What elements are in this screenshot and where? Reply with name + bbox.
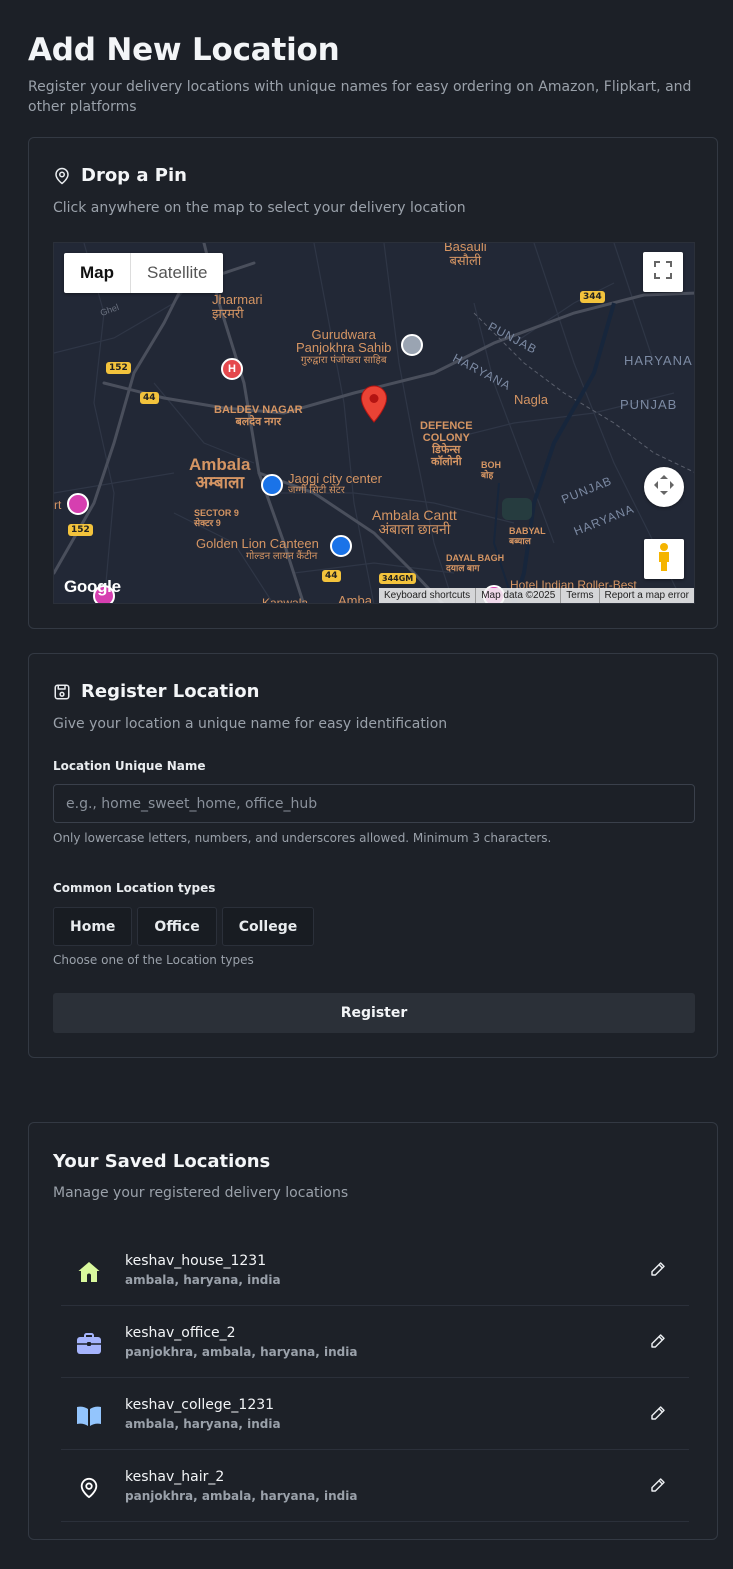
location-types-hint: Choose one of the Location types	[53, 953, 254, 967]
map-canvas[interactable]: 152 44 152 44 344 344GM Basauli बसौली Jha…	[53, 242, 695, 604]
map-label-dayal-bagh: DAYAL BAGH दयाल बाग	[446, 553, 505, 573]
map-label-jaggi: Jaggi city center जग्गी सिटी सेंटर	[288, 471, 382, 496]
type-office-button[interactable]: Office	[137, 907, 217, 946]
edit-pencil-icon[interactable]	[649, 1260, 667, 1278]
terms-link[interactable]: Terms	[560, 588, 598, 603]
gurudwara-marker-icon[interactable]	[401, 334, 423, 356]
saved-location-item[interactable]: keshav_college_1231 ambala, haryana, ind…	[61, 1378, 689, 1450]
saved-location-name: keshav_house_1231	[125, 1253, 267, 1269]
map-label-nagla: Nagla	[514, 392, 548, 407]
location-types-group: Home Office College	[53, 907, 315, 946]
saved-location-address: ambala, haryana, india	[125, 1417, 281, 1431]
map-label-amba: Amba	[338, 593, 372, 604]
briefcase-icon	[75, 1330, 103, 1358]
fullscreen-button[interactable]	[643, 252, 683, 292]
map-label-basauli: Basauli बसौली	[444, 242, 487, 268]
saved-location-item[interactable]: keshav_house_1231 ambala, haryana, india	[61, 1234, 689, 1306]
saved-location-address: panjokhra, ambala, haryana, india	[125, 1345, 358, 1359]
google-logo: Google	[64, 577, 121, 596]
saved-locations-card: Your Saved Locations Manage your registe…	[28, 1122, 718, 1540]
page-title: Add New Location	[28, 32, 340, 68]
saved-location-address: panjokhra, ambala, haryana, india	[125, 1489, 358, 1503]
drop-pin-title: Drop a Pin	[81, 165, 187, 186]
route-shield-344: 344	[580, 291, 605, 303]
map-label-boh: BOH बोह	[481, 460, 501, 480]
dropped-pin-icon[interactable]	[360, 385, 388, 427]
saved-locations-list: keshav_house_1231 ambala, haryana, india…	[61, 1234, 689, 1522]
drop-pin-description: Click anywhere on the map to select your…	[53, 200, 466, 216]
home-icon	[75, 1258, 103, 1286]
map-label-haryana-2: HARYANA	[624, 353, 693, 368]
fullscreen-icon	[654, 261, 672, 283]
saved-location-address: ambala, haryana, india	[125, 1273, 281, 1287]
register-title: Register Location	[81, 681, 260, 702]
register-location-card: Register Location Give your location a u…	[28, 653, 718, 1058]
route-shield-152b: 152	[68, 524, 93, 536]
map-type-map-button[interactable]: Map	[64, 253, 131, 293]
register-description: Give your location a unique name for eas…	[53, 716, 448, 732]
camera-control-button[interactable]	[644, 467, 684, 507]
map-label-babyal: BABYAL बब्याल	[509, 526, 546, 546]
book-icon	[75, 1402, 103, 1430]
map-label-jharmari: Jharmari झरमरी	[212, 292, 263, 321]
map-pin-icon	[75, 1474, 103, 1502]
map-label-punjab-2: PUNJAB	[620, 397, 678, 412]
edit-pencil-icon[interactable]	[649, 1332, 667, 1350]
location-name-hint: Only lowercase letters, numbers, and und…	[53, 831, 552, 845]
register-heading: Register Location	[53, 681, 259, 702]
page-subtitle: Register your delivery locations with un…	[28, 79, 692, 115]
saved-description: Manage your registered delivery location…	[53, 1185, 349, 1201]
attraction-marker-icon[interactable]	[67, 493, 89, 515]
pegman-icon	[656, 542, 672, 576]
map-label-kanwala: Kanwala	[262, 596, 309, 604]
saved-title: Your Saved Locations	[53, 1151, 271, 1172]
map-attribution: Keyboard shortcuts Map data ©2025 Terms …	[379, 588, 694, 603]
map-data-text: Map data ©2025	[475, 588, 560, 603]
keyboard-shortcuts-link[interactable]: Keyboard shortcuts	[379, 588, 475, 603]
map-label-defence-colony: DEFENCE COLONY डिफेन्स कॉलोनी	[420, 420, 473, 468]
type-college-button[interactable]: College	[221, 907, 315, 946]
hospital-marker-icon[interactable]: H	[221, 358, 243, 380]
map-label-ambala-cantt: Ambala Cantt अंबाला छावनी	[372, 507, 457, 537]
shopping-marker-icon[interactable]	[261, 474, 283, 496]
saved-location-name: keshav_college_1231	[125, 1397, 275, 1413]
map-label-rt: rt	[54, 498, 62, 512]
saved-location-item[interactable]: keshav_hair_2 panjokhra, ambala, haryana…	[61, 1450, 689, 1522]
map-label-gurudwara: Gurudwara Panjokhra Sahib गुरुद्वारा पंजोख…	[296, 327, 392, 366]
map-label-sector9: SECTOR 9 सेक्टर 9	[194, 508, 239, 528]
map-label-baldev-nagar: BALDEV NAGAR बलदेव नगर	[214, 404, 303, 428]
drop-pin-card: Drop a Pin Click anywhere on the map to …	[28, 137, 718, 629]
saved-location-name: keshav_hair_2	[125, 1469, 225, 1485]
type-home-button[interactable]: Home	[53, 907, 133, 946]
location-types-label: Common Location types	[53, 881, 216, 895]
map-type-satellite-button[interactable]: Satellite	[131, 253, 223, 293]
route-shield-152: 152	[106, 362, 131, 374]
food-marker-icon[interactable]	[330, 535, 352, 557]
register-button[interactable]: Register	[53, 993, 695, 1033]
report-error-link[interactable]: Report a map error	[598, 588, 694, 603]
edit-pencil-icon[interactable]	[649, 1404, 667, 1422]
route-shield-344gm: 344GM	[379, 573, 417, 584]
drop-pin-heading: Drop a Pin	[53, 165, 187, 186]
location-name-label: Location Unique Name	[53, 759, 206, 773]
location-name-input[interactable]	[53, 784, 695, 823]
edit-pencil-icon[interactable]	[649, 1476, 667, 1494]
street-view-button[interactable]	[644, 539, 684, 579]
save-icon	[53, 682, 71, 702]
map-pin-icon	[53, 166, 71, 186]
route-shield-44: 44	[140, 392, 159, 404]
move-arrows-icon	[653, 474, 675, 500]
map-type-toggle: Map Satellite	[64, 253, 224, 293]
route-shield-44b: 44	[322, 570, 341, 582]
saved-location-name: keshav_office_2	[125, 1325, 236, 1341]
saved-location-item[interactable]: keshav_office_2 panjokhra, ambala, harya…	[61, 1306, 689, 1378]
map-label-golden-lion: Golden Lion Canteen गोल्डन लायन कैंटीन	[196, 536, 319, 562]
map-label-ambala: Ambala अम्बाला	[189, 455, 251, 492]
